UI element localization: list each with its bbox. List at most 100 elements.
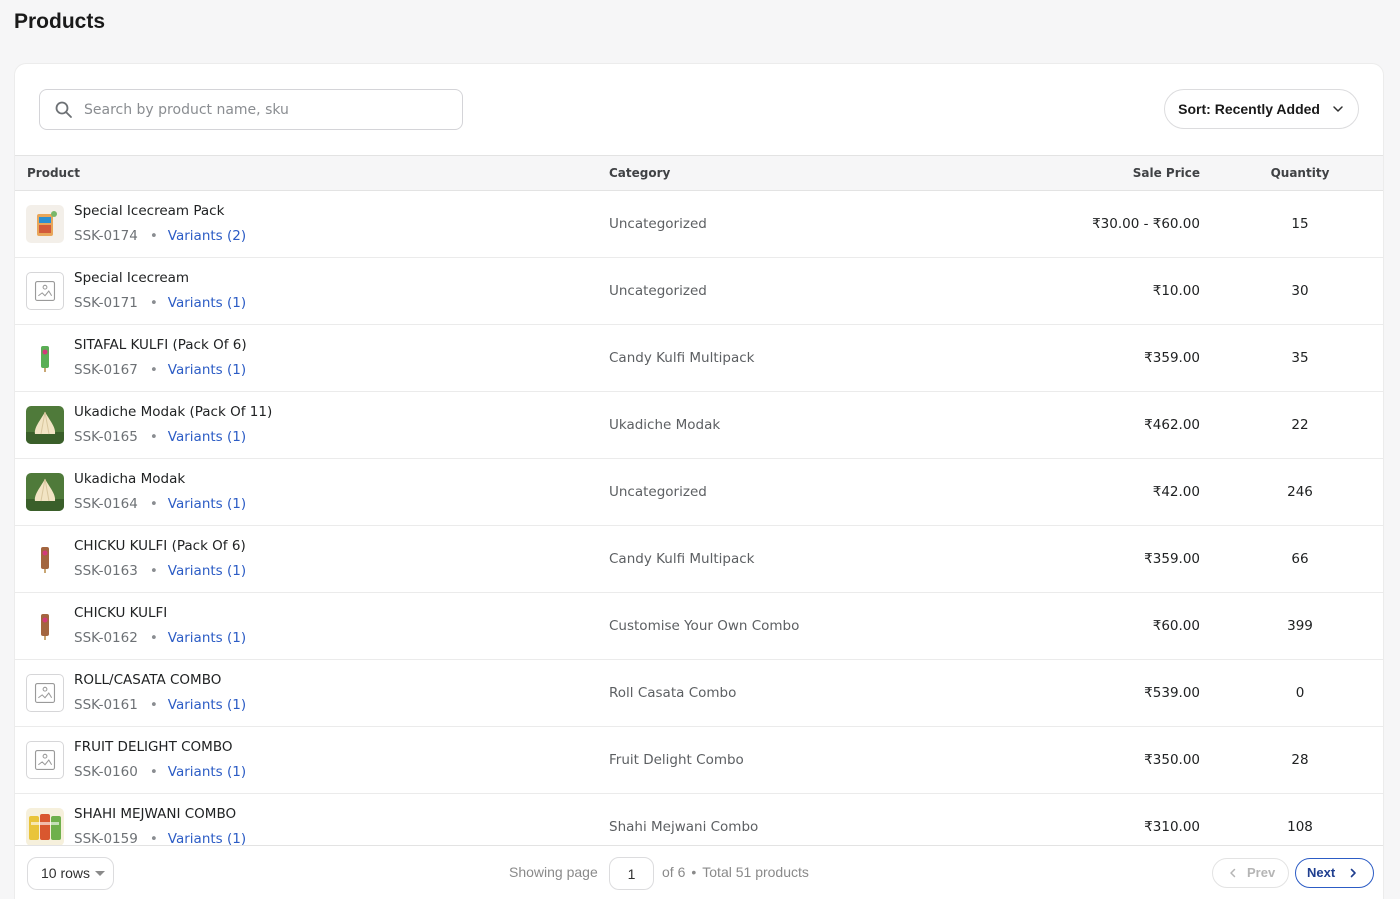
table-row[interactable]: Special Icecream SSK-0171 • Variants (1) U… — [15, 258, 1383, 325]
variants-link[interactable]: Variants (1) — [168, 496, 246, 512]
product-price: ₹462.00 — [1144, 417, 1200, 433]
product-meta: SSK-0167 • Variants (1) — [74, 362, 246, 378]
product-sku: SSK-0164 — [74, 496, 138, 512]
product-name[interactable]: SITAFAL KULFI (Pack Of 6) — [74, 337, 247, 353]
variants-link[interactable]: Variants (1) — [168, 697, 246, 713]
column-header-sale-price[interactable]: Sale Price — [1133, 166, 1200, 180]
product-name[interactable]: Special Icecream Pack — [74, 203, 224, 219]
product-name[interactable]: CHICKU KULFI (Pack Of 6) — [74, 538, 246, 554]
table-row[interactable]: ROLL/CASATA COMBO SSK-0161 • Variants (1) … — [15, 660, 1383, 727]
chevron-left-icon — [1230, 868, 1236, 878]
next-page-button[interactable]: Next — [1295, 858, 1374, 888]
separator-dot: • — [691, 864, 697, 880]
green-kulfi-image — [26, 339, 64, 377]
product-name[interactable]: Special Icecream — [74, 270, 189, 286]
product-category: Candy Kulfi Multipack — [609, 551, 755, 567]
product-sku: SSK-0174 — [74, 228, 138, 244]
product-quantity: 28 — [1291, 752, 1309, 768]
table-row[interactable]: SITAFAL KULFI (Pack Of 6) SSK-0167 • Varia… — [15, 325, 1383, 392]
icecream-pack-image — [26, 205, 64, 243]
product-sku: SSK-0167 — [74, 362, 138, 378]
column-header-product[interactable]: Product — [27, 166, 80, 180]
product-sku: SSK-0171 — [74, 295, 138, 311]
product-category: Uncategorized — [609, 216, 707, 232]
product-category: Shahi Mejwani Combo — [609, 819, 759, 835]
sort-label: Sort: Recently Added — [1178, 101, 1320, 117]
next-label: Next — [1307, 865, 1336, 880]
product-category: Uncategorized — [609, 484, 707, 500]
product-meta: SSK-0159 • Variants (1) — [74, 831, 246, 845]
product-name[interactable]: Ukadiche Modak (Pack Of 11) — [74, 404, 272, 420]
product-category: Fruit Delight Combo — [609, 752, 744, 768]
search-input[interactable] — [84, 90, 454, 129]
separator-dot: • — [149, 563, 158, 579]
image-placeholder-icon — [26, 272, 64, 310]
total-products-label: Total 51 products — [702, 864, 809, 880]
search-icon — [55, 101, 72, 118]
variants-link[interactable]: Variants (1) — [168, 429, 246, 445]
variants-link[interactable]: Variants (1) — [168, 362, 246, 378]
total-pages-label: of 6 — [662, 864, 686, 880]
table-row[interactable]: FRUIT DELIGHT COMBO SSK-0160 • Variants (1… — [15, 727, 1383, 794]
product-name[interactable]: ROLL/CASATA COMBO — [74, 672, 221, 688]
product-price: ₹310.00 — [1144, 819, 1200, 835]
product-name[interactable]: Ukadicha Modak — [74, 471, 185, 487]
product-quantity: 0 — [1295, 685, 1305, 701]
product-meta: SSK-0161 • Variants (1) — [74, 697, 246, 713]
product-quantity: 399 — [1287, 618, 1313, 634]
product-category: Candy Kulfi Multipack — [609, 350, 755, 366]
product-price: ₹539.00 — [1144, 685, 1200, 701]
table-row[interactable]: Special Icecream Pack SSK-0174 • Variants … — [15, 191, 1383, 258]
prev-page-button[interactable]: Prev — [1212, 858, 1289, 888]
separator-dot: • — [149, 228, 158, 244]
variants-link[interactable]: Variants (2) — [168, 228, 246, 244]
product-name[interactable]: FRUIT DELIGHT COMBO — [74, 739, 232, 755]
search-box[interactable] — [39, 89, 463, 130]
product-meta: SSK-0163 • Variants (1) — [74, 563, 246, 579]
product-meta: SSK-0164 • Variants (1) — [74, 496, 246, 512]
caret-down-icon — [95, 871, 105, 876]
product-quantity: 22 — [1291, 417, 1309, 433]
rows-per-page-select[interactable]: 10 rows — [27, 857, 114, 890]
table-row[interactable]: SHAHI MEJWANI COMBO SSK-0159 • Variants (1… — [15, 794, 1383, 845]
page-number-input[interactable] — [609, 857, 654, 890]
page-title: Products — [14, 10, 106, 33]
product-price: ₹42.00 — [1152, 484, 1200, 500]
variants-link[interactable]: Variants (1) — [168, 295, 246, 311]
table-row[interactable]: CHICKU KULFI SSK-0162 • Variants (1) Custo… — [15, 593, 1383, 660]
separator-dot: • — [149, 496, 158, 512]
chevron-right-icon — [1350, 868, 1356, 878]
chevron-down-icon — [1333, 106, 1343, 112]
showing-page-label: Showing page — [509, 864, 598, 880]
separator-dot: • — [149, 362, 158, 378]
rows-per-page-value: 10 rows — [41, 865, 91, 881]
table-row[interactable]: Ukadiche Modak (Pack Of 11) SSK-0165 • Var… — [15, 392, 1383, 459]
table-row[interactable]: Ukadicha Modak SSK-0164 • Variants (1) Unc… — [15, 459, 1383, 526]
variants-link[interactable]: Variants (1) — [168, 831, 246, 845]
product-name[interactable]: CHICKU KULFI — [74, 605, 167, 621]
variants-link[interactable]: Variants (1) — [168, 764, 246, 780]
separator-dot: • — [149, 429, 158, 445]
table-row[interactable]: CHICKU KULFI (Pack Of 6) SSK-0163 • Varian… — [15, 526, 1383, 593]
modak-image — [26, 406, 64, 444]
sort-dropdown[interactable]: Sort: Recently Added — [1164, 89, 1359, 129]
product-category: Customise Your Own Combo — [609, 618, 800, 634]
column-header-quantity[interactable]: Quantity — [1255, 166, 1345, 180]
product-quantity: 66 — [1291, 551, 1309, 567]
brown-kulfi-image — [26, 607, 64, 645]
variants-link[interactable]: Variants (1) — [168, 563, 246, 579]
product-price: ₹359.00 — [1144, 551, 1200, 567]
product-quantity: 246 — [1287, 484, 1313, 500]
toolbar: Sort: Recently Added — [15, 64, 1383, 155]
brown-kulfi-image — [26, 540, 64, 578]
product-price: ₹10.00 — [1152, 283, 1200, 299]
product-name[interactable]: SHAHI MEJWANI COMBO — [74, 806, 236, 822]
column-header-category[interactable]: Category — [609, 166, 670, 180]
products-card: Sort: Recently Added Product Category Sa… — [14, 63, 1384, 899]
page-summary: of 6 • Total 51 products — [662, 864, 809, 880]
variants-link[interactable]: Variants (1) — [168, 630, 246, 646]
product-category: Roll Casata Combo — [609, 685, 737, 701]
product-category: Ukadiche Modak — [609, 417, 721, 433]
product-quantity: 15 — [1291, 216, 1309, 232]
product-price: ₹30.00 - ₹60.00 — [1092, 216, 1200, 232]
